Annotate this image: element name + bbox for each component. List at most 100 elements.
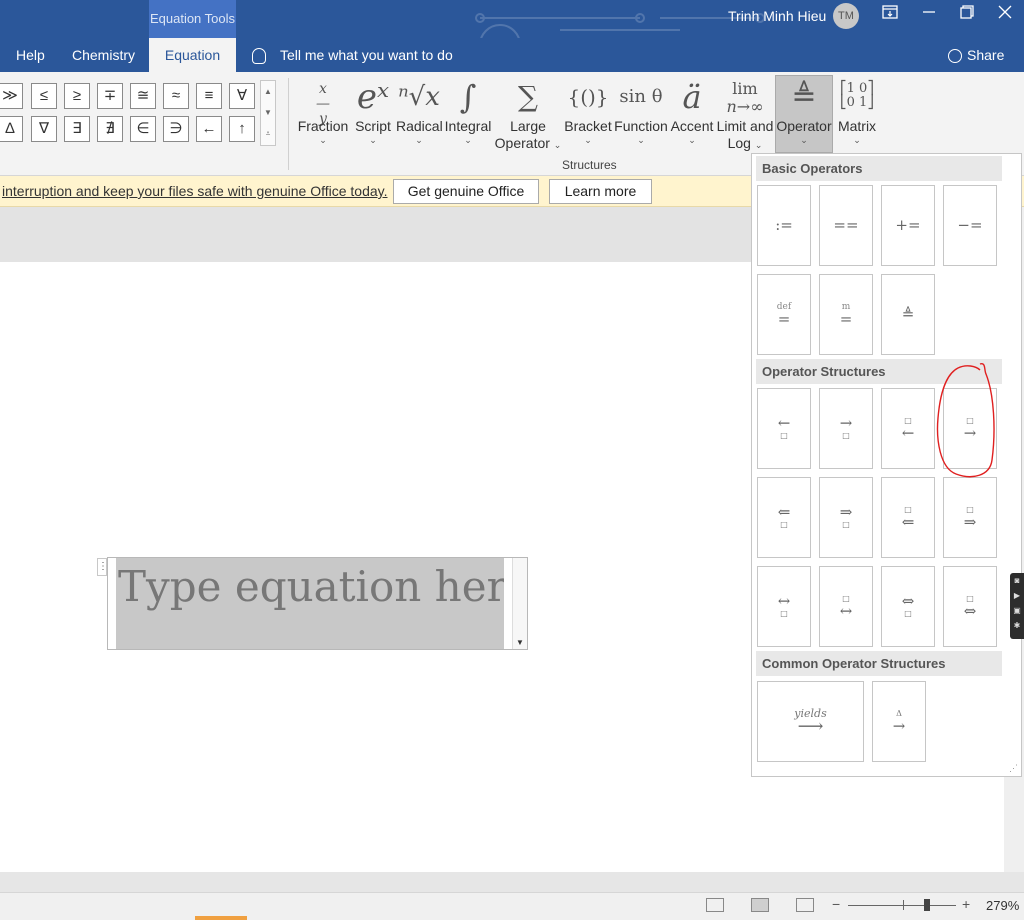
fraction-icon: x — y [316,81,330,127]
script-button[interactable]: eˣ Script ⌄ [352,76,394,145]
symbol-button[interactable]: ∓ [97,83,123,109]
bracket-label: Bracket [564,118,612,134]
restore-icon[interactable] [952,3,982,27]
op-left-double-arrow-over[interactable]: □ ⇐ [881,477,935,558]
zoom-in-icon[interactable]: + [962,896,970,912]
op-yields[interactable]: yields ⟶ [757,681,864,762]
equation-placeholder[interactable]: Type equation here. [116,558,504,649]
zoom-level[interactable]: 279% [986,898,1019,913]
section-basic-operators: Basic Operators [756,156,1002,181]
tell-me-search[interactable]: Tell me what you want to do [252,38,453,72]
op-right-double-arrow-over[interactable]: □ ⇒ [943,477,997,558]
op-left-arrow-over[interactable]: □ ← [881,388,935,469]
section-common-operator-structures: Common Operator Structures [756,651,1002,676]
learn-more-button[interactable]: Learn more [549,179,652,204]
op-leftright-arrow-over[interactable]: □ ↔ [819,566,873,647]
op-colon-equals[interactable]: := [757,185,811,266]
message-text[interactable]: interruption and keep your files safe wi… [2,183,388,199]
symbol-button[interactable]: ≫ [0,83,23,109]
symbol-button[interactable]: ∈ [130,116,156,142]
op-def-equals[interactable]: def = [757,274,811,355]
gallery-down-icon[interactable]: ▼ [261,102,275,123]
gallery-icon[interactable]: ▣ [1010,603,1024,618]
op-minus-equals[interactable]: −= [943,185,997,266]
fraction-button[interactable]: x — y Fraction ⌄ [297,76,349,146]
zoom-thumb[interactable] [924,899,930,911]
symbol-button[interactable]: ≈ [163,83,189,109]
avatar[interactable]: TM [833,3,859,29]
symbol-button[interactable]: ∃ [64,116,90,142]
op-delta-arrow[interactable]: Δ → [872,681,926,762]
symbol-button[interactable]: ∋ [163,116,189,142]
chevron-down-icon[interactable]: ▼ [516,638,524,647]
resize-grip-icon[interactable]: ⋰ [1009,763,1018,774]
symbol-button[interactable]: ∄ [97,116,123,142]
function-button[interactable]: sin θ Function ⌄ [614,76,668,145]
close-icon[interactable] [990,3,1020,27]
op-left-arrow-under[interactable]: ← □ [757,388,811,469]
integral-icon: ∫ [459,78,477,116]
tab-help[interactable]: Help [16,38,45,72]
large-operator-button[interactable]: ∑ Large Operator ⌄ [494,76,562,152]
equation-handle-icon[interactable]: ⋮ [97,558,108,576]
read-mode-icon[interactable] [706,898,724,912]
get-genuine-office-button[interactable]: Get genuine Office [393,179,539,204]
minimize-icon[interactable] [914,3,944,27]
tab-equation[interactable]: Equation [149,38,236,72]
share-button[interactable]: Share [948,38,1004,72]
settings-icon[interactable]: ✱ [1010,618,1024,633]
equation-options[interactable]: ▼ [512,558,527,649]
ribbon-separator [288,78,289,170]
symbol-button[interactable]: ≥ [64,83,90,109]
op-plus-equals[interactable]: += [881,185,935,266]
accent-button[interactable]: ä Accent ⌄ [670,76,714,145]
fraction-label: Fraction [297,118,349,134]
limit-and-log-button[interactable]: lim n→∞ Limit and Log ⌄ [716,76,774,152]
sum-icon: ∑ [518,80,538,113]
matrix-icon: ⎡1 0⎤ ⎣0 1⎦ [840,81,874,110]
print-layout-icon[interactable] [751,898,769,912]
symbol-button[interactable]: ≤ [31,83,57,109]
accent-icon: ä [682,78,702,116]
gallery-scroll[interactable]: ▲ ▼ ⩡ [260,80,276,146]
op-leftright-double-arrow-over[interactable]: □ ⇔ [943,566,997,647]
op-left-double-arrow-under[interactable]: ⇐ □ [757,477,811,558]
symbol-button[interactable]: ↑ [229,116,255,142]
operator-button[interactable]: ≜ Operator ⌄ [775,75,833,153]
user-name[interactable]: Trinh Minh Hieu [728,8,826,24]
person-icon [948,49,962,64]
op-leftright-double-arrow-under[interactable]: ⇔ □ [881,566,935,647]
op-right-double-arrow-under[interactable]: ⇒ □ [819,477,873,558]
zoom-slider[interactable] [848,905,956,906]
gallery-more-icon[interactable]: ⩡ [261,123,275,144]
bracket-button[interactable]: {()} Bracket ⌄ [564,76,612,145]
chevron-down-icon: ⌄ [464,135,472,145]
accent-label: Accent [670,118,714,134]
symbol-button[interactable]: ∇ [31,116,57,142]
zoom-out-icon[interactable]: − [832,896,840,912]
op-measured-equals[interactable]: m = [819,274,873,355]
symbol-button[interactable]: ≅ [130,83,156,109]
op-delta-equals[interactable]: ≜ [881,274,935,355]
video-icon[interactable]: ▶ [1010,588,1024,603]
op-leftright-arrow-under[interactable]: ↔ □ [757,566,811,647]
op-double-equals[interactable]: == [819,185,873,266]
symbol-button[interactable]: ∀ [229,83,255,109]
gallery-up-icon[interactable]: ▲ [261,81,275,102]
large-operator-label: Large [510,118,546,134]
matrix-label: Matrix [837,118,877,134]
op-right-arrow-under[interactable]: → □ [819,388,873,469]
tell-me-text: Tell me what you want to do [280,47,453,63]
ribbon-display-icon[interactable] [875,3,905,27]
symbol-button[interactable]: ← [196,116,222,142]
chevron-down-icon: ⌄ [800,135,808,145]
symbol-button[interactable]: ∆ [0,116,23,142]
web-layout-icon[interactable] [796,898,814,912]
floating-toolbar: ◙ ▶ ▣ ✱ [1010,573,1024,639]
camera-icon[interactable]: ◙ [1010,573,1024,588]
matrix-button[interactable]: ⎡1 0⎤ ⎣0 1⎦ Matrix ⌄ [836,76,878,146]
integral-button[interactable]: ∫ Integral ⌄ [444,76,492,145]
tab-chemistry[interactable]: Chemistry [72,38,135,72]
symbol-button[interactable]: ≡ [196,83,222,109]
radical-button[interactable]: ⁿ√x Radical ⌄ [396,76,443,145]
